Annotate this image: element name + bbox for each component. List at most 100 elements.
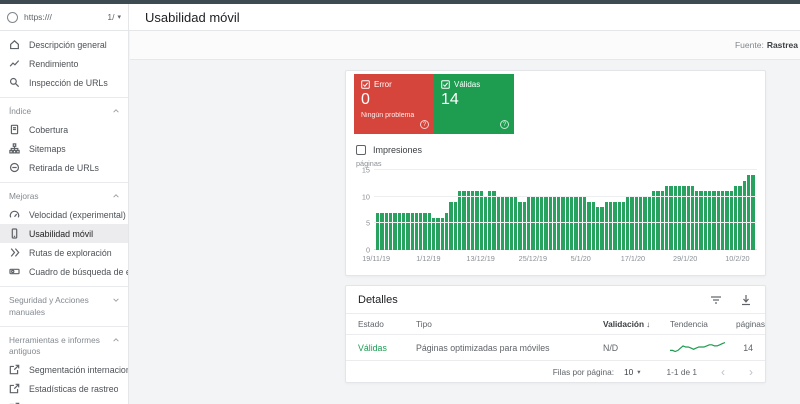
chart-bar <box>604 202 608 250</box>
browser-top-strip <box>0 0 800 4</box>
sidebar-item-label: Sitemaps <box>29 143 66 154</box>
chart-bar <box>466 191 470 250</box>
download-icon[interactable] <box>739 293 753 307</box>
property-selector[interactable]: https:/// 1/ ▾ <box>0 4 129 30</box>
sidebar-item-label: Cobertura <box>29 124 69 135</box>
sidebar-item-inspeccion-de-urls[interactable]: Inspección de URLs <box>0 73 128 92</box>
sidebar-section-seguridad-y-acciones-manuales[interactable]: Seguridad y Acciones manuales <box>0 292 128 320</box>
filter-icon[interactable] <box>709 293 723 307</box>
removal-icon <box>9 162 20 173</box>
row-validation: N/D <box>603 342 619 353</box>
sidebar: Descripción general Rendimiento Inspección… <box>0 31 129 404</box>
column-header-paginas[interactable]: páginas <box>736 319 765 329</box>
help-icon[interactable]: ? <box>500 120 509 129</box>
chart-bar <box>453 202 457 250</box>
details-title: Detalles <box>358 293 398 306</box>
checkbox-checked-icon <box>361 80 370 89</box>
chart-bar <box>384 212 388 250</box>
sidebar-item-sitemaps[interactable]: Sitemaps <box>0 139 128 158</box>
x-tick-label: 10/2/20 <box>725 254 750 263</box>
chart-bar <box>746 175 751 250</box>
chart-bar <box>445 212 449 250</box>
row-pages-count: 14 <box>743 342 753 353</box>
sidebar-item-rendimiento[interactable]: Rendimiento <box>0 54 128 73</box>
sidebar-item-segmentacion-internacional[interactable]: Segmentación internacional <box>0 360 128 379</box>
sitemap-icon <box>9 143 20 154</box>
chart-bar <box>725 191 729 250</box>
sidebar-section-herramientas-e-informes-antiguos[interactable]: Herramientas e informes antiguos <box>0 332 128 360</box>
gridline <box>374 222 757 224</box>
chart-bar <box>729 191 733 250</box>
x-tick-label: 13/12/19 <box>466 254 495 263</box>
source-bar: Fuente: Rastrea <box>130 31 800 60</box>
chart-bar <box>613 202 617 250</box>
chart-bar <box>479 191 483 250</box>
sidebar-section-label: Índice <box>9 106 32 116</box>
sidebar-item-rutas-de-exploracion[interactable]: Rutas de exploración <box>0 243 128 262</box>
chart-bar <box>488 191 492 250</box>
sidebar-item-cobertura[interactable]: Cobertura <box>0 120 128 139</box>
sidebar-item-cuadro-de-busqueda-de-enlace[interactable]: Cuadro de búsqueda de enlace.. <box>0 262 128 281</box>
paths-icon <box>9 247 20 258</box>
coverage-icon <box>9 124 20 135</box>
rows-per-page-label: Filas por página: <box>552 366 615 377</box>
chart-bar <box>608 202 613 250</box>
y-tick-label: 15 <box>361 165 370 175</box>
sidebar-item-mensajes[interactable]: Mensajes <box>0 398 128 404</box>
valid-count: 14 <box>441 91 459 108</box>
next-page-button[interactable]: › <box>749 366 753 378</box>
row-status-link[interactable]: Válidas <box>358 343 416 353</box>
column-header-estado[interactable]: Estado <box>358 319 416 329</box>
chart-bar <box>427 212 432 250</box>
sidebar-item-velocidad-experimental[interactable]: Velocidad (experimental) <box>0 205 128 224</box>
chevron-up-icon <box>112 107 120 115</box>
chart-bar <box>462 191 466 250</box>
sidebar-item-label: Rendimiento <box>29 58 79 69</box>
chart-bar <box>414 212 419 250</box>
valid-pages-chart: páginas 0 5 10 15 19/11/19 1/12/19 13/12/19 25… <box>354 159 757 266</box>
column-header-tendencia[interactable]: Tendencia <box>670 319 736 329</box>
sidebar-item-estadisticas-de-rastreo[interactable]: Estadísticas de rastreo <box>0 379 128 398</box>
chart-bar <box>656 191 660 250</box>
valid-card[interactable]: Válidas 14 ? <box>434 74 514 134</box>
sidebar-divider <box>0 97 128 98</box>
sidebar-section-mejoras[interactable]: Mejoras <box>0 188 128 205</box>
previous-page-button[interactable]: ‹ <box>721 366 725 378</box>
x-tick-label: 17/1/20 <box>620 254 646 263</box>
error-count: 0 <box>361 91 370 108</box>
chart-bar <box>393 212 397 250</box>
sidebar-item-retirada-de-urls[interactable]: Retirada de URLs <box>0 158 128 177</box>
column-header-tipo[interactable]: Tipo <box>416 319 603 329</box>
chart-bar <box>475 191 479 250</box>
sidebar-divider <box>0 286 128 288</box>
chart-bar <box>423 212 427 250</box>
impressions-checkbox[interactable]: Impresiones <box>356 145 757 155</box>
gridline <box>374 169 757 170</box>
chevron-up-icon <box>112 192 120 200</box>
sidebar-item-label: Rutas de exploración <box>29 247 112 258</box>
details-panel: Detalles Estado Tipo Validación ↓ Tendenc… <box>345 285 766 383</box>
sidebar-section-indice[interactable]: Índice <box>0 103 128 120</box>
column-header-validacion[interactable]: Validación ↓ <box>603 319 670 329</box>
help-icon[interactable]: ? <box>420 120 429 129</box>
chart-bar <box>699 191 703 250</box>
x-tick-label: 5/1/20 <box>570 254 591 263</box>
chevron-up-icon <box>112 336 120 344</box>
searchbox-icon <box>9 266 20 277</box>
sidebar-item-usabilidad-movil[interactable]: Usabilidad móvil <box>0 224 128 244</box>
chart-bar <box>410 212 414 250</box>
table-row[interactable]: Válidas Páginas optimizadas para móviles… <box>346 335 765 361</box>
external-link-icon <box>9 364 20 375</box>
sidebar-item-label: Descripción general <box>29 39 107 50</box>
home-icon <box>9 39 20 50</box>
sidebar-item-label: Inspección de URLs <box>29 77 108 88</box>
rows-per-page-select[interactable]: 10 <box>624 367 633 377</box>
chart-bar <box>419 212 423 250</box>
property-path: 1/ <box>107 12 115 22</box>
source-label: Fuente: <box>734 40 764 50</box>
chevron-down-icon[interactable]: ▾ <box>637 368 640 376</box>
mobile-usability-chart-panel: Error 0 Ningún problema ? Válidas 14 ? I… <box>345 70 766 276</box>
details-table-header: Estado Tipo Validación ↓ Tendencia página… <box>346 313 765 335</box>
sidebar-item-descripcion-general[interactable]: Descripción general <box>0 35 128 54</box>
error-card[interactable]: Error 0 Ningún problema ? <box>354 74 434 134</box>
